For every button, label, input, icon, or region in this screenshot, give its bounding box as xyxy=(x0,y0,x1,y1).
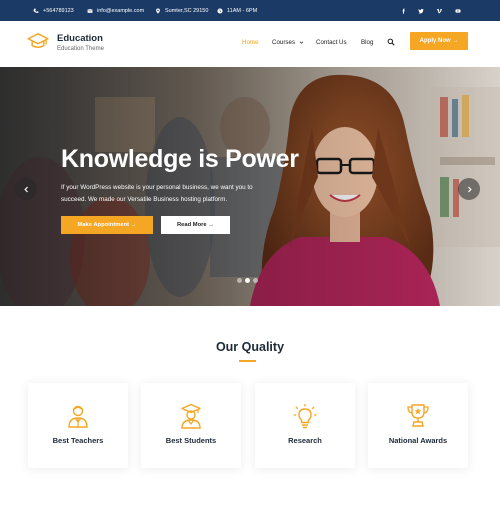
slider-dot[interactable] xyxy=(253,278,258,283)
hero-description: If your WordPress website is your person… xyxy=(61,184,253,203)
slider-next-button[interactable] xyxy=(458,178,480,200)
graduation-cap-logo-icon[interactable] xyxy=(27,32,49,50)
hours-text: 11AM - 6PM xyxy=(227,7,258,14)
location-info: Sumter,SC 29150 xyxy=(155,0,208,21)
youtube-link[interactable] xyxy=(453,0,463,21)
section-title: Our Quality xyxy=(215,340,285,354)
site-brand[interactable]: Education xyxy=(57,33,103,44)
quality-card[interactable]: National Awards xyxy=(368,383,468,468)
quality-card-label: Best Students xyxy=(165,436,217,445)
make-appointment-button[interactable]: Make Appointment → xyxy=(61,216,153,234)
trophy-icon xyxy=(407,404,429,427)
nav-contact-label: Contact Us xyxy=(316,38,347,46)
phone-text: +564789123 xyxy=(43,7,74,14)
nav-courses-label: Courses xyxy=(272,38,296,46)
quality-card[interactable]: Best Students xyxy=(141,383,241,468)
twitter-link[interactable] xyxy=(416,0,426,21)
search-icon[interactable] xyxy=(387,38,395,46)
teacher-icon xyxy=(68,405,88,428)
quality-card-label: Research xyxy=(288,436,322,445)
top-info-bar: +564789123 info@example.com Sumter,SC 29… xyxy=(0,0,500,21)
hero-slider: Knowledge is Power If your WordPress web… xyxy=(0,67,500,306)
map-pin-icon xyxy=(156,7,160,14)
apply-now-button[interactable]: Apply Now → xyxy=(410,32,468,50)
site-tagline: Education Theme xyxy=(57,46,104,52)
email-text: info@example.com xyxy=(97,7,145,14)
nav-home-label: Home xyxy=(242,38,259,46)
email-info[interactable]: info@example.com xyxy=(87,0,144,21)
hero-title: Knowledge is Power xyxy=(61,145,299,173)
phone-info[interactable]: +564789123 xyxy=(33,0,74,21)
nav-blog-label: Blog xyxy=(361,38,374,46)
slider-prev-button[interactable] xyxy=(15,178,37,200)
clock-icon xyxy=(217,7,223,14)
chevron-down-icon xyxy=(299,41,304,44)
hours-info: 11AM - 6PM xyxy=(217,0,257,21)
youtube-icon xyxy=(455,8,461,13)
graduate-icon xyxy=(181,403,201,429)
nav-blog[interactable]: Blog xyxy=(361,21,373,63)
vimeo-icon xyxy=(436,8,442,13)
facebook-link[interactable] xyxy=(399,0,409,21)
mail-icon xyxy=(87,8,93,13)
section-title-underline xyxy=(239,360,256,362)
quality-card-label: Best Teachers xyxy=(52,436,104,445)
slider-dot-active[interactable] xyxy=(245,278,250,283)
read-more-button[interactable]: Read More → xyxy=(161,216,230,234)
nav-home[interactable]: Home xyxy=(242,21,259,63)
facebook-icon xyxy=(402,8,405,14)
twitter-icon xyxy=(418,8,424,13)
site-header: Education Education Theme Home Courses C… xyxy=(0,21,500,67)
quality-card[interactable]: Best Teachers xyxy=(28,383,128,468)
nav-courses[interactable]: Courses xyxy=(272,21,304,63)
location-text: Sumter,SC 29150 xyxy=(165,7,209,14)
slider-dot[interactable] xyxy=(237,278,242,283)
vimeo-link[interactable] xyxy=(434,0,444,21)
quality-card-label: National Awards xyxy=(388,436,448,445)
phone-icon xyxy=(33,8,39,13)
chevron-left-icon xyxy=(23,186,28,192)
lightbulb-icon xyxy=(293,404,317,429)
quality-card[interactable]: Research xyxy=(255,383,355,468)
chevron-right-icon xyxy=(467,186,472,192)
nav-contact[interactable]: Contact Us xyxy=(316,21,347,63)
